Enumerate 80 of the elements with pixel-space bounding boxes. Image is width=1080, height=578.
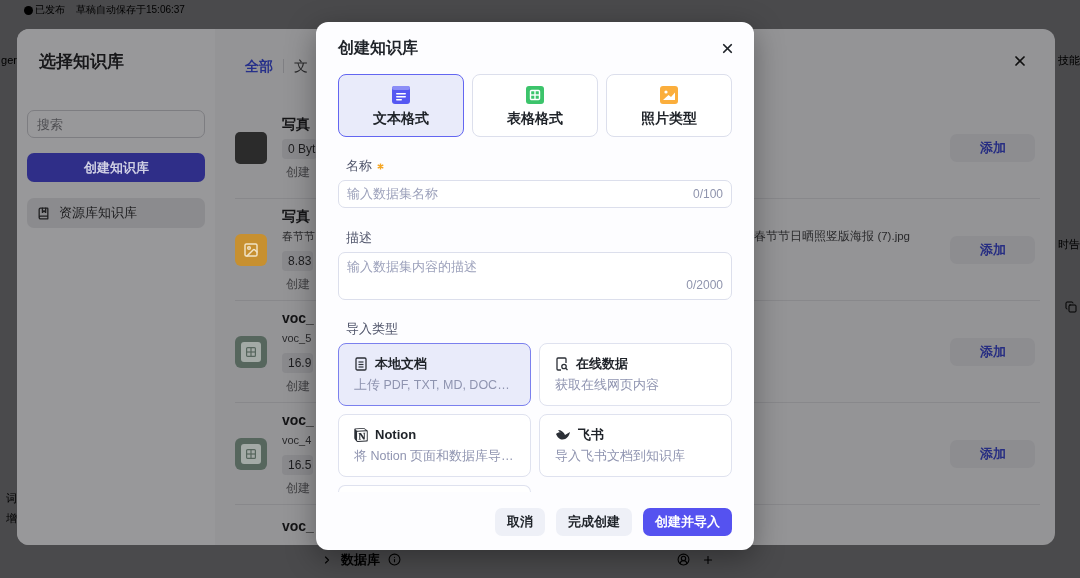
plus-icon[interactable]	[702, 553, 714, 566]
description-input[interactable]: 输入数据集内容的描述	[347, 257, 723, 277]
dataset-description: 春节节	[282, 229, 315, 244]
close-icon[interactable]	[1012, 53, 1028, 69]
option-title: 飞书	[578, 426, 604, 444]
search-field[interactable]: 搜索	[27, 110, 205, 138]
size-tag: 8.83	[282, 251, 314, 271]
created-date: 创建	[286, 378, 310, 395]
option-description: 导入飞书文档到知识库	[555, 448, 685, 465]
publish-status: 已发布	[35, 3, 65, 17]
person-circle-icon[interactable]	[677, 553, 690, 566]
section-label: 导入类型	[345, 320, 398, 338]
size-tag: 16.9	[282, 353, 314, 373]
character-counter: 0/2000	[686, 277, 723, 293]
dataset-description: voc_5	[282, 331, 312, 346]
label-fragment: ger	[1, 53, 17, 68]
document-icon	[392, 86, 410, 104]
add-button[interactable]: 添加	[950, 235, 1035, 264]
character-counter: 0/100	[692, 186, 723, 203]
sidebar-item[interactable]: 资源库知识库	[27, 198, 205, 228]
add-button[interactable]: 添加	[950, 439, 1035, 468]
document-search-icon	[555, 357, 569, 371]
import-option[interactable]: 本地文档 上传 PDF, TXT, MD, DOC…	[338, 343, 531, 406]
option-title: 本地文档	[375, 355, 427, 373]
notion-logo-icon	[354, 428, 368, 442]
add-button[interactable]: 添加	[950, 337, 1035, 366]
sidebar-item-label: 资源库知识库	[59, 204, 137, 223]
bird-logo-icon	[555, 429, 571, 441]
dialog-button[interactable]: 取消	[495, 508, 545, 536]
name-input[interactable]: 输入数据集名称	[347, 184, 693, 204]
size-tag: 0 Byt	[282, 139, 318, 159]
created-date: 创建	[286, 276, 310, 293]
table-icon	[235, 335, 267, 368]
image-icon	[235, 233, 267, 266]
image-icon	[660, 86, 678, 104]
format-option[interactable]: 文本格式	[338, 74, 464, 137]
photo-placeholder	[235, 131, 267, 164]
add-button[interactable]: 添加	[950, 133, 1035, 162]
created-date: 创建	[286, 164, 310, 181]
option-description: 获取在线网页内容	[555, 377, 659, 394]
label-fragment: 技能	[1058, 53, 1080, 68]
dialog-title: 选择知识库	[38, 51, 125, 73]
copy-icon[interactable]	[1065, 301, 1077, 313]
dialog-button[interactable]: 创建并导入	[643, 508, 732, 536]
dataset-title: voc_	[282, 309, 314, 328]
field-label: 描述	[345, 229, 372, 247]
book-icon	[37, 206, 50, 220]
label-fragment: 时告	[1058, 237, 1080, 252]
dialog-title: 创建知识库	[338, 38, 418, 58]
info-icon[interactable]	[388, 553, 401, 566]
label-fragment: 增	[6, 511, 17, 526]
import-option[interactable]	[338, 485, 531, 492]
create-button[interactable]: 创建知识库	[27, 153, 205, 182]
format-option[interactable]: 表格格式	[472, 74, 598, 137]
table-icon	[235, 437, 267, 470]
created-date: 创建	[286, 480, 310, 497]
import-option[interactable]: 在线数据 获取在线网页内容	[539, 343, 732, 406]
option-title: Notion	[375, 426, 417, 444]
dataset-title: 写真	[282, 207, 310, 226]
option-title: 在线数据	[576, 355, 628, 373]
file-name: 春节节日晒照竖版海报 (7).jpg	[754, 229, 910, 244]
option-description: 上传 PDF, TXT, MD, DOC…	[354, 377, 510, 394]
label-fragment: 词	[6, 491, 17, 506]
size-tag: 16.5	[282, 455, 314, 475]
document-icon	[354, 357, 368, 371]
table-icon	[526, 86, 544, 104]
dataset-title: voc_	[282, 517, 314, 536]
import-option[interactable]: Notion 将 Notion 页面和数据库导…	[338, 414, 531, 477]
format-option[interactable]: 照片类型	[606, 74, 732, 137]
tab[interactable]: 文	[294, 56, 308, 76]
section-title: 数据库	[341, 552, 380, 567]
dialog-button[interactable]: 完成创建	[556, 508, 632, 536]
dataset-title: 写真	[282, 115, 310, 134]
autosave-text: 草稿自动保存于15:06:37	[76, 3, 185, 17]
option-description: 将 Notion 页面和数据库导…	[354, 448, 514, 465]
tab[interactable]: 全部	[245, 56, 273, 76]
import-option[interactable]: 飞书 导入飞书文档到知识库	[539, 414, 732, 477]
dataset-title: voc_	[282, 411, 314, 430]
dataset-description: voc_4	[282, 433, 312, 448]
field-label: 名称	[346, 157, 372, 175]
